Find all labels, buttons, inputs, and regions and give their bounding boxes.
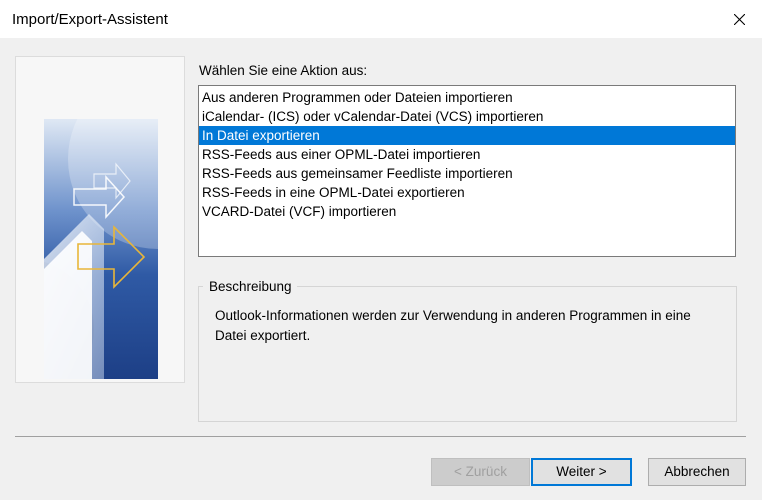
action-list-item[interactable]: RSS-Feeds aus einer OPML-Datei importier… [199, 145, 735, 164]
title-bar: Import/Export-Assistent [0, 0, 762, 38]
button-separator [15, 436, 746, 437]
action-list-item[interactable]: RSS-Feeds aus gemeinsamer Feedliste impo… [199, 164, 735, 183]
wizard-illustration-panel [15, 56, 185, 383]
cancel-button[interactable]: Abbrechen [648, 458, 746, 486]
action-list-item[interactable]: RSS-Feeds in eine OPML-Datei exportieren [199, 183, 735, 202]
action-list[interactable]: Aus anderen Programmen oder Dateien impo… [198, 85, 736, 257]
description-text: Outlook-Informationen werden zur Verwend… [215, 308, 691, 343]
action-list-item-selected[interactable]: In Datei exportieren [199, 126, 735, 145]
description-group-border [198, 286, 203, 287]
action-list-item[interactable]: Aus anderen Programmen oder Dateien impo… [199, 88, 735, 107]
wizard-illustration [44, 119, 158, 379]
window-title: Import/Export-Assistent [12, 11, 168, 28]
description-legend: Beschreibung [207, 279, 294, 294]
back-button[interactable]: < Zurück [431, 458, 530, 486]
action-prompt-label: Wählen Sie eine Aktion aus: [199, 63, 368, 78]
action-list-item[interactable]: iCalendar- (ICS) oder vCalendar-Datei (V… [199, 107, 735, 126]
next-button[interactable]: Weiter > [531, 458, 632, 486]
description-group-border [297, 286, 737, 287]
action-list-item[interactable]: VCARD-Datei (VCF) importieren [199, 202, 735, 221]
close-icon[interactable] [716, 0, 762, 38]
